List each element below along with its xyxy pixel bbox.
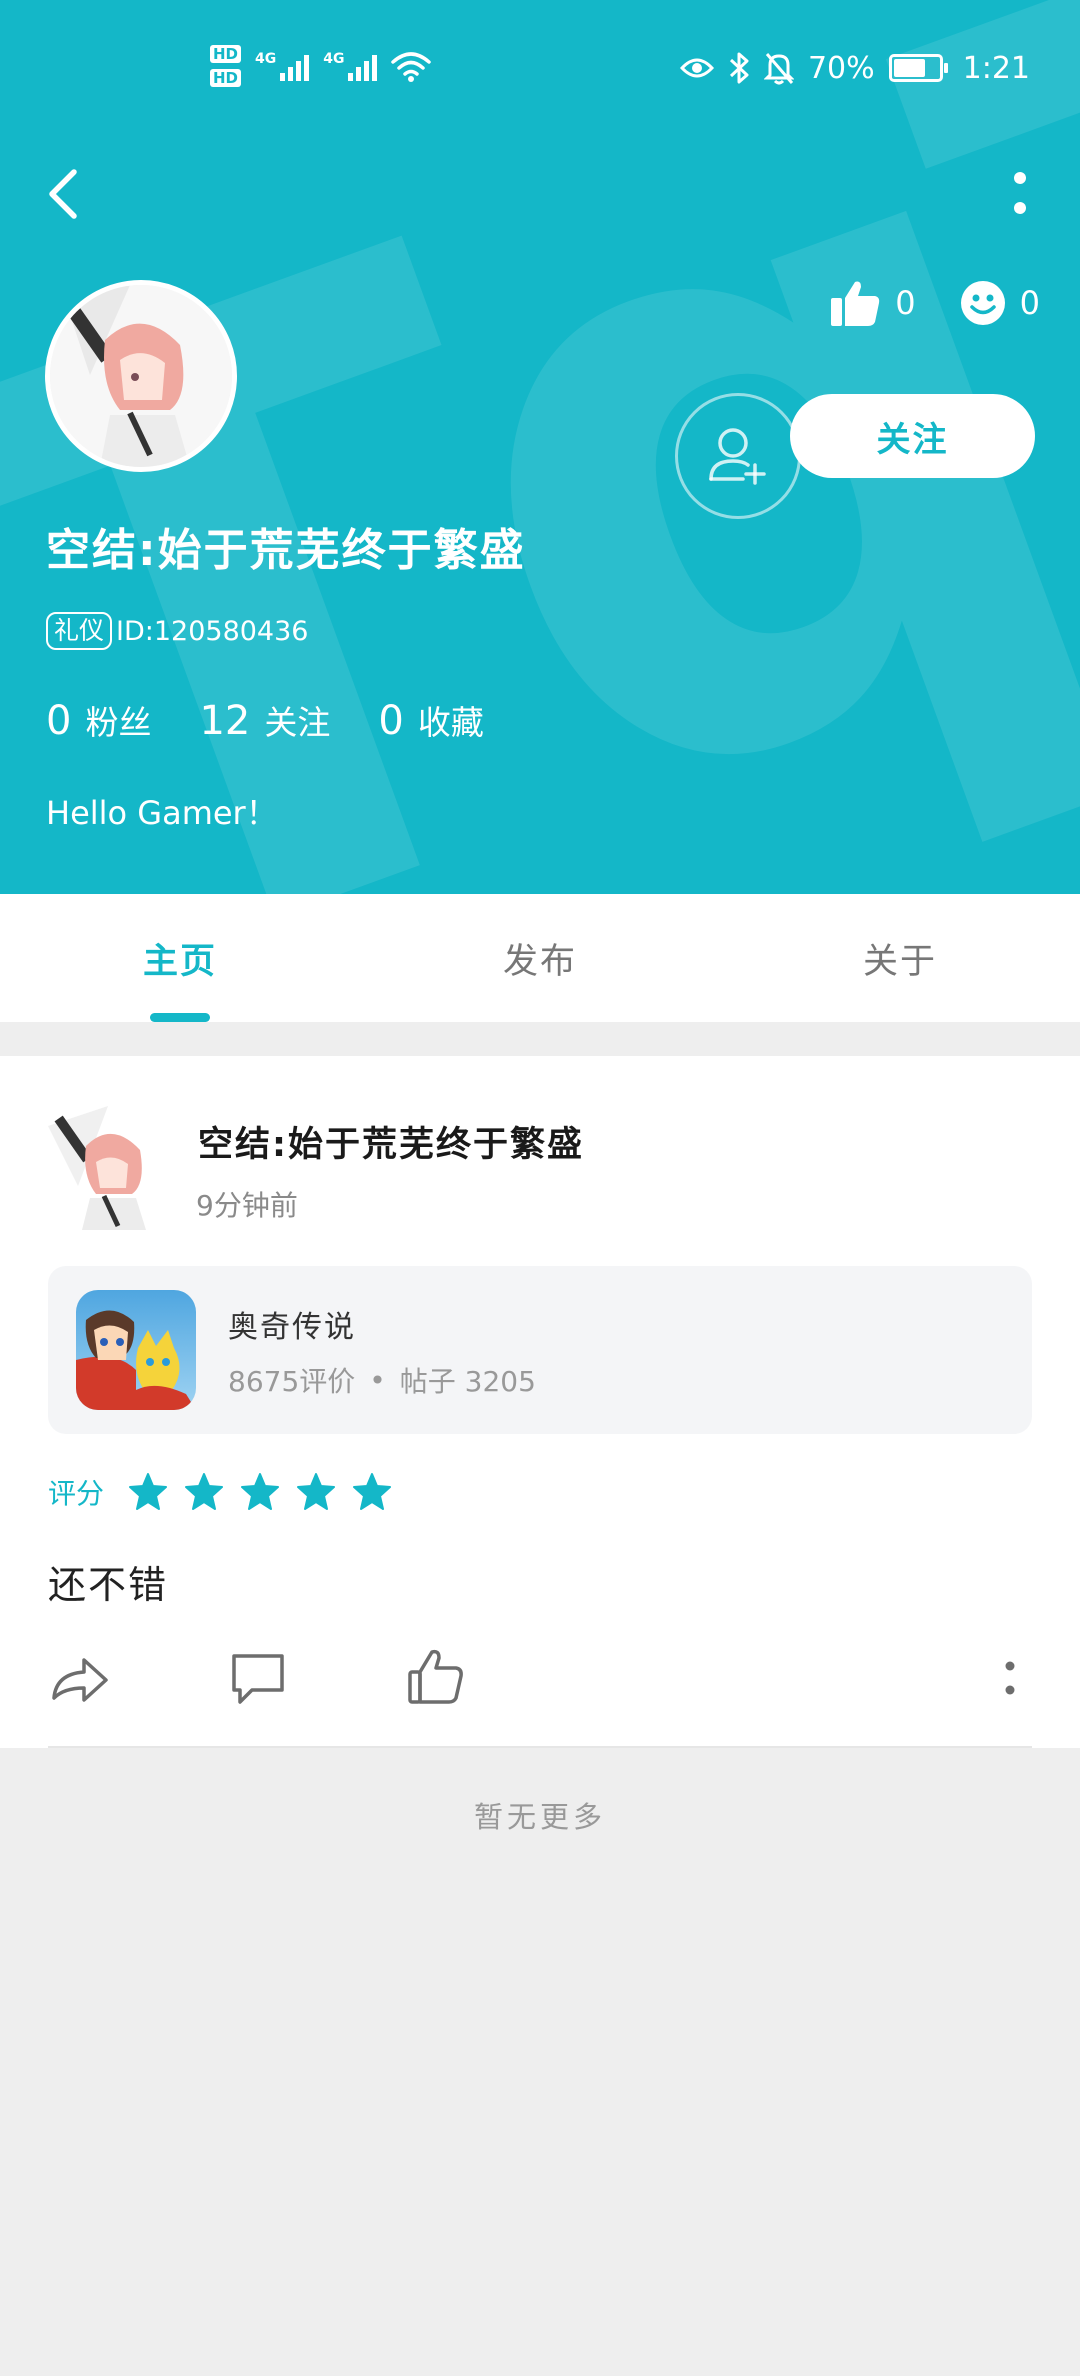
game-card[interactable]: 奥奇传说 8675评价 • 帖子 3205 xyxy=(48,1266,1032,1434)
tab-about-label: 关于 xyxy=(862,941,937,982)
star-icon xyxy=(185,1473,224,1510)
profile-tabs: 主页 发布 关于 xyxy=(0,894,1080,1022)
tab-home-label: 主页 xyxy=(142,941,217,982)
fans-count[interactable]: 0 xyxy=(46,698,71,744)
eye-icon xyxy=(679,58,714,78)
smiley-icon xyxy=(960,281,1005,325)
game-posts: 帖子 3205 xyxy=(399,1365,536,1398)
bluetooth-icon xyxy=(729,52,749,84)
post-card[interactable]: 空结:始于荒芜终于繁盛 9分钟前 奥奇传说 8675评价 • 帖子 3205 评… xyxy=(0,1056,1080,1748)
post-time: 9分钟前 xyxy=(196,1189,298,1222)
follow-counts: 0 粉丝 12 关注 0 收藏 xyxy=(46,696,532,744)
post-more-icon[interactable] xyxy=(988,1646,1032,1710)
favorites-label[interactable]: 收藏 xyxy=(418,696,484,744)
status-bar: HD HD 4G 4G 70% 1:21 xyxy=(0,0,1080,136)
signal-2-icon: 4G xyxy=(323,51,378,81)
post-actions xyxy=(48,1646,1032,1716)
post-avatar-image xyxy=(48,1106,172,1230)
reaction-stats: 0 0 xyxy=(829,278,1040,328)
post-author-name[interactable]: 空结:始于荒芜终于繁盛 xyxy=(198,1116,584,1167)
favorites-count[interactable]: 0 xyxy=(378,698,403,744)
following-label[interactable]: 关注 xyxy=(264,696,330,744)
mute-bell-icon xyxy=(763,53,794,85)
rating-label: 评分 xyxy=(48,1477,105,1510)
post-divider xyxy=(48,1746,1032,1748)
status-left: HD HD 4G 4G xyxy=(210,36,432,96)
like-icon[interactable] xyxy=(404,1646,468,1710)
user-id-row: 礼仪 ID:120580436 xyxy=(46,612,308,650)
clock: 1:21 xyxy=(962,50,1030,86)
profile-avatar[interactable] xyxy=(45,280,237,472)
battery-icon xyxy=(888,54,948,82)
rating-row: 评分 xyxy=(48,1472,392,1512)
hd-badge-1: HD xyxy=(210,45,242,63)
follow-button[interactable]: 关注 xyxy=(790,394,1035,478)
game-reviews: 8675评价 xyxy=(228,1365,356,1398)
smiles-stat[interactable]: 0 xyxy=(960,280,1040,326)
tab-active-indicator xyxy=(150,1013,210,1022)
profile-header: TqT HD HD 4G 4G 70% 1:21 0 0 关注 空结:始于荒芜终… xyxy=(0,0,1080,894)
wifi-icon xyxy=(391,52,432,82)
game-icon xyxy=(76,1290,196,1410)
add-friend-button[interactable] xyxy=(675,393,801,519)
post-author-avatar[interactable] xyxy=(48,1106,172,1230)
avatar-image xyxy=(50,285,232,467)
share-icon[interactable] xyxy=(48,1646,112,1710)
signal-1-icon: 4G xyxy=(255,51,310,81)
comment-icon[interactable] xyxy=(226,1646,290,1710)
etiquette-tag[interactable]: 礼仪 xyxy=(46,612,113,650)
no-more-text: 暂无更多 xyxy=(473,1800,606,1834)
battery-percent: 70% xyxy=(807,50,875,86)
back-arrow-icon[interactable] xyxy=(40,164,90,224)
profile-screen: TqT HD HD 4G 4G 70% 1:21 0 0 关注 空结:始于荒芜终… xyxy=(0,0,1080,2376)
rating-stars xyxy=(128,1472,392,1512)
star-icon xyxy=(353,1473,392,1510)
game-meta: 8675评价 • 帖子 3205 xyxy=(228,1360,536,1400)
profile-username: 空结:始于荒芜终于繁盛 xyxy=(46,525,526,576)
user-id: ID:120580436 xyxy=(116,615,309,647)
smiles-count: 0 xyxy=(1019,284,1040,322)
following-count[interactable]: 12 xyxy=(199,698,250,744)
tab-about[interactable]: 关于 xyxy=(780,894,1020,1022)
fans-label[interactable]: 粉丝 xyxy=(85,696,151,744)
game-name: 奥奇传说 xyxy=(228,1310,356,1345)
review-text: 还不错 xyxy=(48,1563,169,1607)
tab-published[interactable]: 发布 xyxy=(420,894,660,1022)
add-user-icon xyxy=(709,428,766,485)
more-options-icon[interactable] xyxy=(1000,164,1040,224)
star-icon xyxy=(297,1473,336,1510)
tab-published-label: 发布 xyxy=(502,941,577,982)
star-icon xyxy=(241,1473,280,1510)
profile-bio: Hello Gamer！ xyxy=(46,794,278,832)
hd-badge-2: HD xyxy=(210,69,242,87)
star-icon xyxy=(129,1473,168,1510)
hd-indicators: HD HD xyxy=(210,45,242,87)
likes-stat[interactable]: 0 xyxy=(829,278,916,328)
status-right: 70% 1:21 xyxy=(679,46,1030,90)
thumbs-up-icon xyxy=(831,281,880,326)
meta-separator: • xyxy=(369,1363,386,1397)
tab-home[interactable]: 主页 xyxy=(60,894,300,1022)
likes-count: 0 xyxy=(895,284,916,322)
